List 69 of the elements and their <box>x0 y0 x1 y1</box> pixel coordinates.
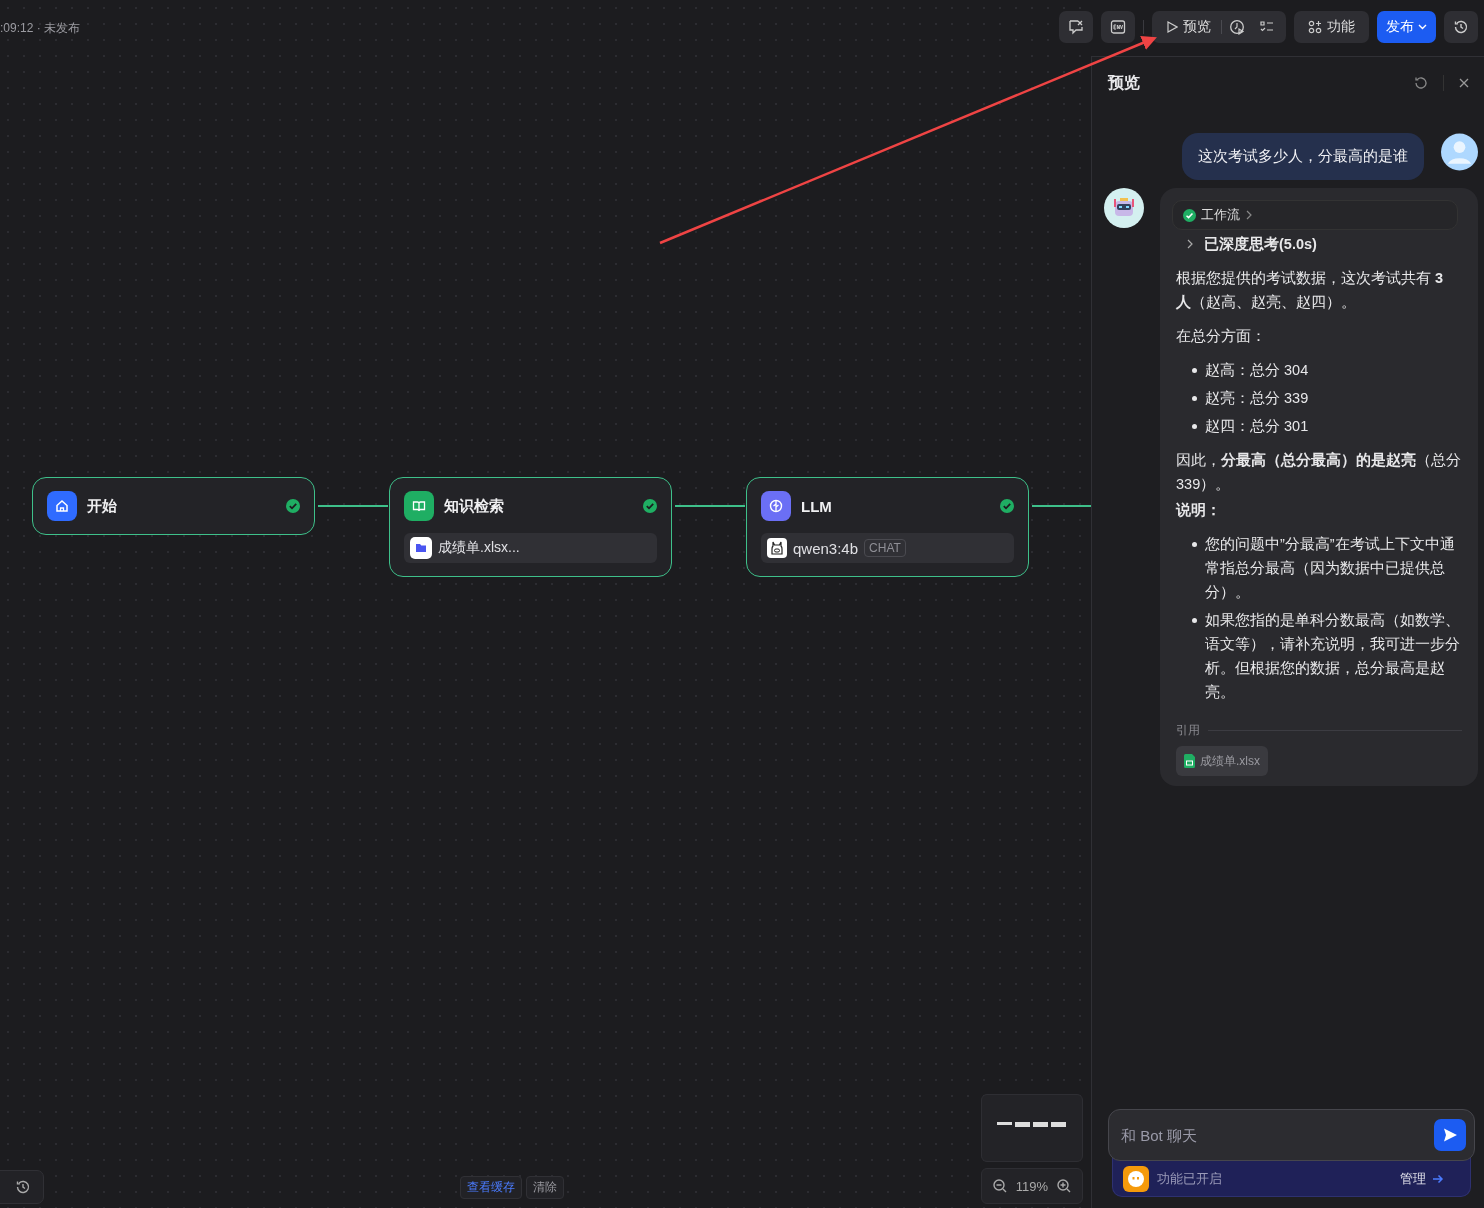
connector-edge <box>674 505 746 507</box>
answer-list-item: 赵高：总分 304 <box>1205 361 1309 380</box>
workflow-chip[interactable]: 工作流 <box>1172 200 1458 230</box>
file-name: 成绩单.xlsx... <box>438 539 520 557</box>
caret-icon <box>1418 24 1427 30</box>
bullet-icon <box>1192 618 1197 623</box>
chevron-icon <box>1245 210 1253 220</box>
env-icon <box>1110 19 1126 35</box>
chat-input-field[interactable]: 和 Bot 聊天 <box>1108 1109 1475 1161</box>
features-button[interactable]: 功能 <box>1294 11 1369 43</box>
workflow-node[interactable]: 知识检索 成绩单.xlsx... <box>389 477 672 577</box>
citation-label: 引用 <box>1176 722 1200 739</box>
publish-button[interactable]: 发布 <box>1377 11 1436 43</box>
history-button[interactable] <box>0 1170 44 1204</box>
answer-heading: 说明： <box>1176 501 1222 520</box>
robot-avatar <box>1104 188 1144 228</box>
node-title: 知识检索 <box>444 496 505 516</box>
answer-list-item: 赵四：总分 301 <box>1205 417 1309 436</box>
workflow-node[interactable]: 开始 <box>32 477 315 535</box>
bullet-icon <box>1192 396 1197 401</box>
apps-icon <box>1308 20 1322 34</box>
connector-edge <box>1031 505 1091 507</box>
minimap[interactable] <box>981 1094 1083 1162</box>
citation-file[interactable]: 成绩单.xlsx <box>1176 746 1268 776</box>
spreadsheet-icon <box>1184 754 1195 768</box>
play-icon <box>1166 21 1178 33</box>
node-title: LLM <box>801 497 833 515</box>
answer-list-item: 您的问题中”分最高”在考试上下文中通常指总分最高（因为数据中已提供总分）。 <box>1205 535 1456 602</box>
comment-button[interactable] <box>1059 11 1093 43</box>
user-message: 这次考试多少人，分最高的是谁 <box>1182 133 1424 180</box>
folder-icon <box>410 537 432 559</box>
answer-paragraph: 根据您提供的考试数据，这次考试共有 3 人（赵高、赵亮、赵四）。 <box>1176 269 1445 312</box>
answer-list-item: 如果您指的是单科分数最高（如数学、语文等），请补充说明，我可进一步分析。但根据您的数据，总分最高是赵亮。 <box>1205 611 1461 702</box>
home-icon <box>47 491 77 521</box>
zoom-out-icon[interactable] <box>992 1178 1008 1194</box>
answer-list-item: 赵亮：总分 339 <box>1205 389 1309 408</box>
send-button[interactable] <box>1434 1119 1466 1151</box>
node-title: 开始 <box>87 496 118 516</box>
close-icon[interactable] <box>1458 77 1470 89</box>
answer-paragraph: 因此，分最高（总分最高）的是赵亮（总分 339）。 <box>1176 451 1462 494</box>
comment-icon <box>1068 19 1084 35</box>
history-button[interactable] <box>1444 11 1478 43</box>
panel-title: 预览 <box>1108 72 1141 93</box>
arrow-right-icon <box>1432 1173 1444 1184</box>
manage-link[interactable]: 管理 <box>1394 1168 1450 1189</box>
model-name: qwen3:4b <box>793 539 859 557</box>
save-status: :09:12 · 未发布 <box>0 20 81 37</box>
view-cache-button[interactable]: 查看缓存 <box>460 1176 522 1199</box>
connector-edge <box>317 505 389 507</box>
history-icon <box>1453 19 1469 35</box>
check-icon <box>1183 208 1196 222</box>
book-icon <box>404 491 434 521</box>
zoom-level: 119% <box>1015 1178 1049 1194</box>
refresh-icon[interactable] <box>1413 75 1429 91</box>
thinking-toggle[interactable]: 已深度思考(5.0s) <box>1176 230 1317 256</box>
env-button[interactable] <box>1101 11 1135 43</box>
answer-paragraph: 在总分方面： <box>1176 327 1267 346</box>
bullet-icon <box>1192 424 1197 429</box>
zoom-in-icon[interactable] <box>1056 1178 1072 1194</box>
workflow-node[interactable]: LLM qwen3:4b CHAT <box>746 477 1029 577</box>
clear-button[interactable]: 清除 <box>526 1176 564 1199</box>
user-avatar <box>1441 133 1478 171</box>
bullet-icon <box>1192 368 1197 373</box>
bullet-icon <box>1192 542 1197 547</box>
chevron-icon <box>1186 239 1194 249</box>
send-icon <box>1442 1127 1458 1143</box>
feature-status: 功能已开启 <box>1157 1169 1223 1188</box>
model-tag: CHAT <box>864 539 906 557</box>
history-icon <box>15 1179 31 1195</box>
